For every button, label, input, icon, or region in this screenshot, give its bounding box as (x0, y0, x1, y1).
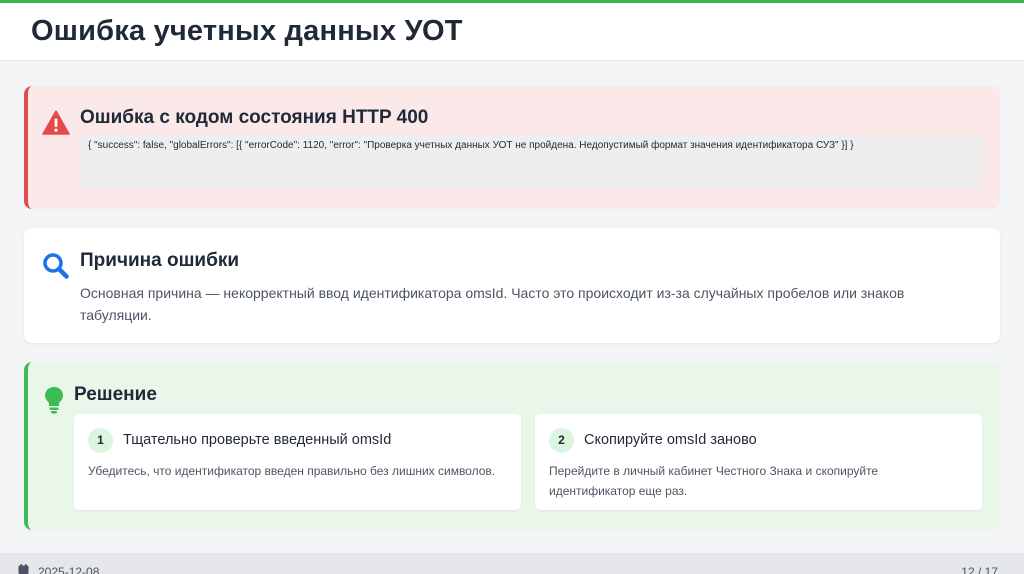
footer: 2025-12-08 12 / 17 (0, 553, 1024, 574)
magnifier-icon (43, 253, 69, 279)
error-code-box: { "success": false, "globalErrors": [{ "… (80, 135, 982, 188)
page-title: Ошибка учетных данных УОТ (31, 15, 463, 47)
warning-triangle-icon (42, 110, 70, 135)
header: Ошибка учетных данных УОТ (0, 3, 1024, 61)
lightbulb-icon (45, 387, 63, 414)
step-number-badge: 1 (88, 428, 113, 453)
footer-date: 2025-12-08 (38, 565, 100, 574)
solution-card-title: Решение (74, 384, 157, 405)
reason-card-title: Причина ошибки (80, 250, 240, 271)
step-text: Перейдите в личный кабинет Честного Знак… (549, 464, 879, 498)
error-card-title: Ошибка с кодом состояния HTTP 400 (80, 107, 429, 128)
solution-step-1: 1 Тщательно проверьте введенный omsId Уб… (74, 414, 521, 510)
reason-card: Причина ошибки Основная причина — некорр… (24, 228, 1000, 343)
step-text: Убедитесь, что идентификатор введен прав… (88, 464, 496, 478)
slide-page: Ошибка учетных данных УОТ Ошибка с кодом… (0, 0, 1024, 574)
solution-card: Решение 1 Тщательно проверьте введенный … (24, 362, 1000, 530)
error-code-text: { "success": false, "globalErrors": [{ "… (88, 140, 854, 151)
page-counter: 12 / 17 (961, 565, 998, 574)
step-title: Тщательно проверьте введенный omsId (123, 432, 392, 448)
step-title: Скопируйте omsId заново (584, 432, 757, 448)
reason-card-text: Основная причина — некорректный ввод иде… (80, 285, 905, 323)
error-card: Ошибка с кодом состояния HTTP 400 { "suc… (24, 86, 1000, 209)
solution-step-2: 2 Скопируйте omsId заново Перейдите в ли… (535, 414, 982, 510)
step-number-badge: 2 (549, 428, 574, 453)
calendar-icon (18, 564, 29, 574)
